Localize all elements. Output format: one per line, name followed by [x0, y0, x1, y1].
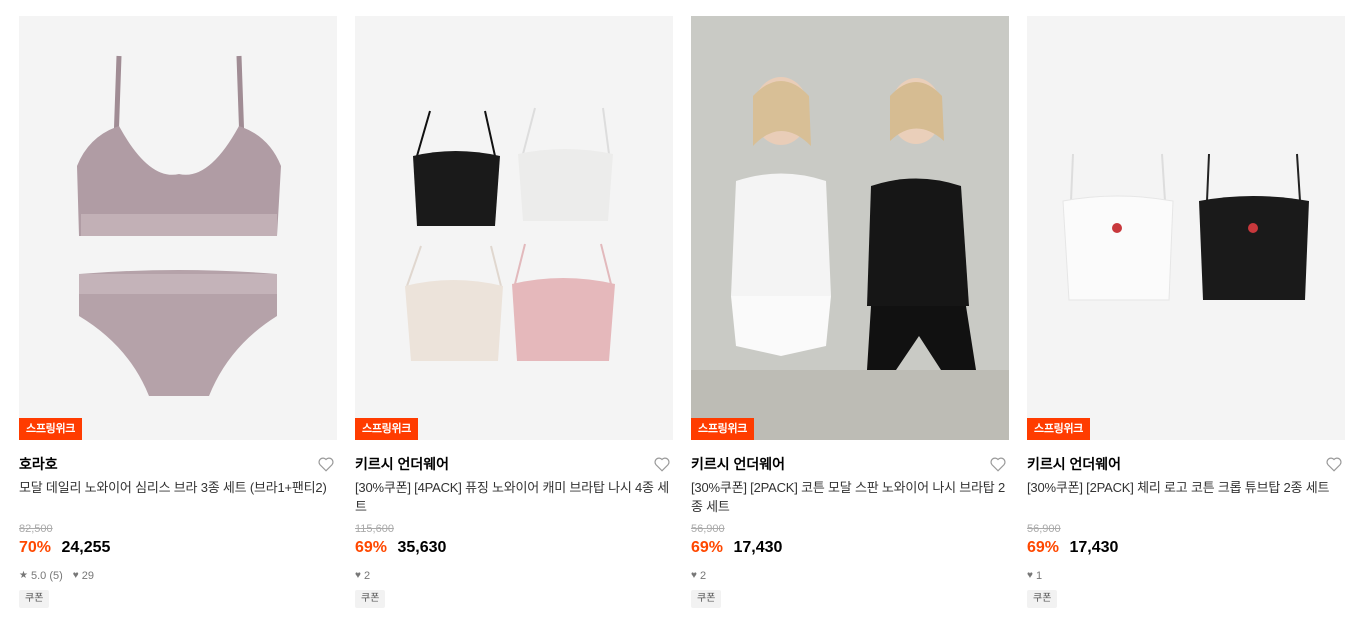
- like-icon: ♥: [691, 570, 697, 581]
- original-price: 82,500: [19, 523, 53, 535]
- promo-badge: 스프링위크: [355, 418, 419, 440]
- heart-icon[interactable]: [989, 455, 1007, 473]
- product-title[interactable]: [30%쿠폰] [2PACK] 체리 로고 코튼 크롭 튜브탑 2종 세트: [1027, 478, 1345, 516]
- sale-price: 24,255: [61, 539, 111, 556]
- discount-rate: 69%: [355, 539, 388, 556]
- coupon-tag: 쿠폰: [1027, 590, 1058, 608]
- price-row: 69% 17,430: [691, 537, 1009, 559]
- product-image[interactable]: 스프링위크: [19, 16, 337, 440]
- product-meta: ♥ 2: [691, 568, 1009, 584]
- star-icon: ★: [19, 570, 28, 581]
- bra-panty-set-image: [19, 16, 337, 440]
- original-price: 56,900: [691, 523, 725, 535]
- coupon-tag: 쿠폰: [19, 590, 50, 608]
- price-row: 70% 24,255: [19, 537, 337, 559]
- like-icon: ♥: [72, 570, 79, 581]
- price-row: 69% 17,430: [1027, 537, 1345, 559]
- original-price: 56,900: [1027, 523, 1061, 535]
- coupon-tag: 쿠폰: [691, 590, 722, 608]
- like-count: 29: [81, 570, 94, 582]
- product-card[interactable]: 스프링위크 키르시 언더웨어 [30%쿠폰] [2PACK] 체리 로고 코튼 …: [1027, 16, 1345, 608]
- like-count: 2: [699, 570, 707, 582]
- promo-badge: 스프링위크: [1027, 418, 1091, 440]
- review-count: (5): [49, 570, 63, 582]
- brand-name[interactable]: 키르시 언더웨어: [355, 454, 673, 474]
- heart-icon[interactable]: [653, 455, 671, 473]
- promo-badge: 스프링위크: [691, 418, 755, 440]
- rating: 5.0: [30, 570, 47, 582]
- original-price: 115,600: [355, 523, 394, 535]
- like-count: 2: [363, 570, 371, 582]
- product-image[interactable]: 스프링위크: [355, 16, 673, 440]
- like-icon: ♥: [1027, 570, 1033, 581]
- discount-rate: 70%: [19, 539, 52, 556]
- product-title[interactable]: [30%쿠폰] [4PACK] 퓨징 노와이어 캐미 브라탑 나시 4종 세트: [355, 478, 673, 516]
- product-meta: ♥ 2: [355, 568, 673, 584]
- bra-top-4pack-image: [355, 16, 673, 440]
- sale-price: 35,630: [397, 539, 447, 556]
- brand-name[interactable]: 호라호: [19, 454, 337, 474]
- models-wearing-tops-image: [691, 16, 1009, 440]
- like-count: 1: [1035, 570, 1043, 582]
- product-card[interactable]: 스프링위크 키르시 언더웨어 [30%쿠폰] [2PACK] 코튼 모달 스판 …: [691, 16, 1009, 608]
- product-image[interactable]: 스프링위크: [1027, 16, 1345, 440]
- tube-tops-image: [1027, 16, 1345, 440]
- coupon-tag: 쿠폰: [355, 590, 386, 608]
- product-title[interactable]: 모달 데일리 노와이어 심리스 브라 3종 세트 (브라1+팬티2): [19, 478, 337, 516]
- heart-icon[interactable]: [317, 455, 335, 473]
- product-title[interactable]: [30%쿠폰] [2PACK] 코튼 모달 스판 노와이어 나시 브라탑 2종 …: [691, 478, 1009, 516]
- discount-rate: 69%: [691, 539, 724, 556]
- brand-name[interactable]: 키르시 언더웨어: [1027, 454, 1345, 474]
- product-meta: ♥ 1: [1027, 568, 1345, 584]
- discount-rate: 69%: [1027, 539, 1060, 556]
- price-row: 69% 35,630: [355, 537, 673, 559]
- promo-badge: 스프링위크: [19, 418, 83, 440]
- brand-name[interactable]: 키르시 언더웨어: [691, 454, 1009, 474]
- heart-icon[interactable]: [1325, 455, 1343, 473]
- product-card[interactable]: 스프링위크 키르시 언더웨어 [30%쿠폰] [4PACK] 퓨징 노와이어 캐…: [355, 16, 673, 608]
- sale-price: 17,430: [1069, 539, 1119, 556]
- product-image[interactable]: 스프링위크: [691, 16, 1009, 440]
- product-meta: ★ 5.0 (5) ♥ 29: [19, 568, 337, 584]
- product-card[interactable]: 스프링위크 호라호 모달 데일리 노와이어 심리스 브라 3종 세트 (브라1+…: [19, 16, 337, 608]
- like-icon: ♥: [355, 570, 361, 581]
- sale-price: 17,430: [733, 539, 783, 556]
- product-grid: 스프링위크 호라호 모달 데일리 노와이어 심리스 브라 3종 세트 (브라1+…: [0, 0, 1362, 621]
